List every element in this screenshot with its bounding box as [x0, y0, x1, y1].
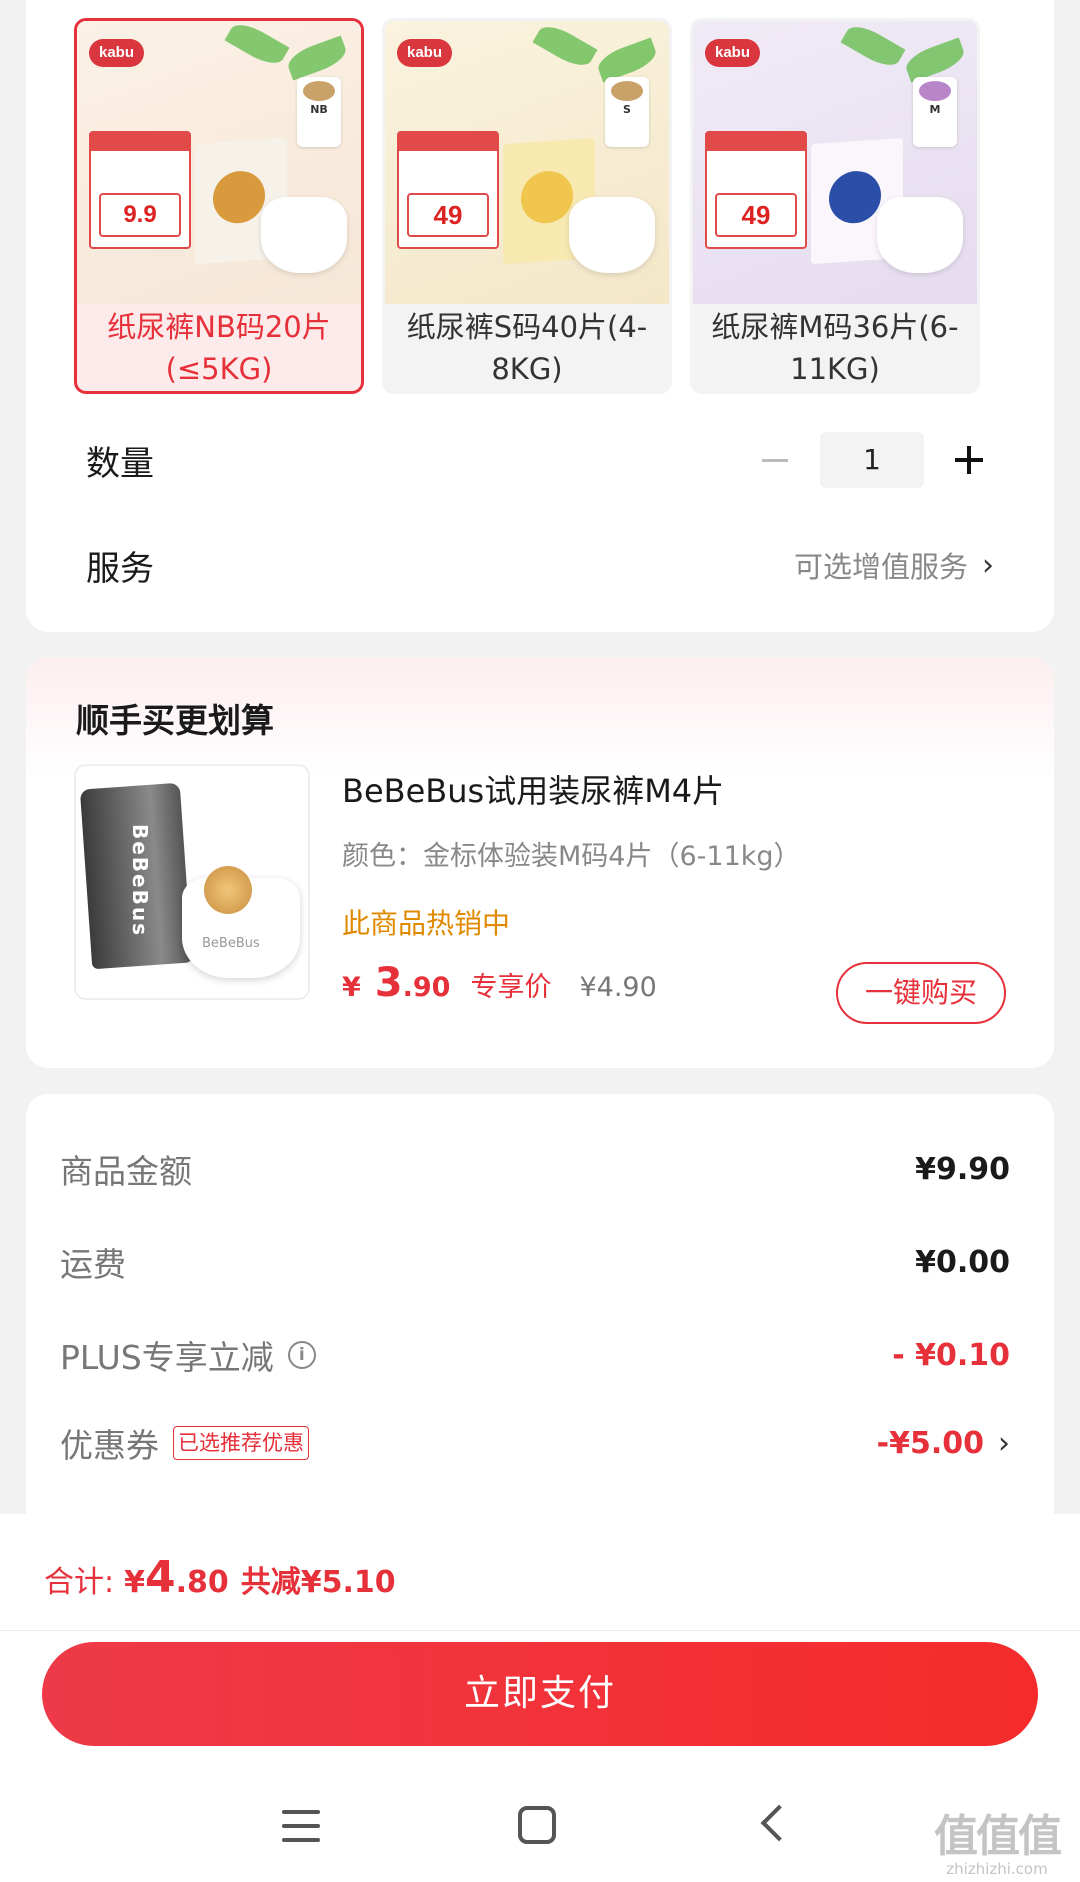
bag-brand-text: BeBeBus	[128, 824, 152, 938]
quantity-stepper: 1	[750, 432, 994, 488]
service-label: 服务	[86, 548, 154, 589]
variant-option-nb[interactable]: kabu NB 9.9 纸尿裤NB码20片(≤5KG)	[74, 18, 364, 394]
size-tag: S	[605, 77, 649, 147]
addon-price-row: ¥ 3 .90 专享价 ¥4.90	[342, 960, 657, 1006]
price-integer: 3	[374, 960, 403, 1006]
variant-option-m[interactable]: kabu M 49 纸尿裤M码36片(6-11KG)	[690, 18, 980, 394]
total-row: 合计: ¥ 4 .80 共减¥5.10	[44, 1552, 396, 1603]
diaper-image	[261, 197, 347, 273]
size-tag: M	[913, 77, 957, 147]
variant-label: 纸尿裤S码40片(4-8KG)	[406, 309, 648, 386]
coupon-badge: 已选推荐优惠	[173, 1426, 309, 1460]
minus-icon[interactable]	[750, 435, 800, 485]
promo-box: 49	[705, 131, 807, 249]
shipping-label: 运费	[60, 1245, 126, 1284]
recent-apps-icon[interactable]	[282, 1808, 322, 1844]
variant-option-s[interactable]: kabu S 49 纸尿裤S码40片(4-8KG)	[382, 18, 672, 394]
variant-image: kabu M 49	[693, 21, 977, 304]
addon-card: 顺手买更划算 BeBeBus BeBeBus BeBeBus试用装尿裤M4片 颜…	[26, 658, 1054, 1068]
total-integer: 4	[144, 1552, 176, 1603]
plus-discount-row: PLUS专享立减 i - ¥0.10	[60, 1330, 1010, 1380]
total-symbol: ¥	[124, 1565, 145, 1600]
promo-price: 9.9	[99, 193, 181, 237]
divider	[0, 1630, 1080, 1631]
brand-logo: kabu	[705, 39, 761, 67]
brand-logo: kabu	[397, 39, 453, 67]
quantity-label: 数量	[86, 443, 154, 484]
plus-icon[interactable]	[944, 435, 994, 485]
original-price: ¥4.90	[579, 972, 657, 1003]
checkout-bar: 合计: ¥ 4 .80 共减¥5.10 立即支付 值值值 zhizhizhi.c…	[0, 1514, 1080, 1882]
coupon-row[interactable]: 优惠券 已选推荐优惠 -¥5.00 ›	[60, 1418, 1010, 1468]
coupon-value: -¥5.00	[876, 1425, 984, 1461]
subtotal-row: 商品金额 ¥9.90	[60, 1144, 1010, 1194]
size-tag: NB	[297, 77, 341, 147]
chevron-right-icon: ›	[982, 547, 994, 583]
promo-price: 49	[715, 193, 797, 237]
service-row[interactable]: 服务 可选增值服务 ›	[86, 535, 994, 595]
brand-logo: kabu	[89, 39, 145, 67]
variant-label: 纸尿裤NB码20片(≤5KG)	[107, 309, 331, 386]
addon-hot-status: 此商品热销中	[342, 907, 511, 940]
promo-box: 9.9	[89, 131, 191, 249]
sample-brand-text: BeBeBus	[202, 936, 260, 951]
chevron-right-icon: ›	[998, 1425, 1010, 1461]
addon-product-name[interactable]: BeBeBus试用装尿裤M4片	[342, 766, 724, 812]
variant-label: 纸尿裤M码36片(6-11KG)	[711, 309, 959, 386]
total-saved: 共减¥5.10	[240, 1565, 396, 1600]
coupon-label-wrap: 优惠券 已选推荐优惠	[60, 1419, 309, 1467]
info-icon[interactable]: i	[287, 1341, 316, 1369]
plus-discount-label-wrap: PLUS专享立减 i	[60, 1331, 316, 1379]
back-icon[interactable]	[760, 1804, 798, 1842]
diaper-image	[569, 197, 655, 273]
total-label: 合计:	[44, 1565, 115, 1600]
pay-now-button[interactable]: 立即支付	[42, 1642, 1038, 1746]
plus-discount-value: - ¥0.10	[892, 1337, 1010, 1373]
quantity-input[interactable]: 1	[820, 432, 924, 488]
watermark: 值值值 zhizhizhi.com	[922, 1800, 1072, 1878]
shipping-value: ¥0.00	[915, 1244, 1010, 1280]
service-value: 可选增值服务	[793, 550, 968, 584]
price-summary-card: 商品金额 ¥9.90 运费 ¥0.00 PLUS专享立减 i - ¥0.10 优…	[26, 1094, 1054, 1514]
subtotal-label: 商品金额	[60, 1152, 192, 1191]
subtotal-value: ¥9.90	[915, 1151, 1010, 1187]
price-decimal: .90	[402, 972, 451, 1003]
variant-image: kabu NB 9.9	[77, 21, 361, 304]
promo-box: 49	[397, 131, 499, 249]
addon-product-image[interactable]: BeBeBus BeBeBus	[74, 764, 310, 1000]
watermark-logo: 值值值	[934, 1811, 1062, 1862]
shipping-row: 运费 ¥0.00	[60, 1237, 1010, 1287]
medal-icon	[204, 866, 252, 914]
total-decimal: .80	[175, 1565, 229, 1600]
one-click-buy-button[interactable]: 一键购买	[836, 962, 1006, 1024]
price-symbol: ¥	[342, 972, 361, 1003]
variant-list: kabu NB 9.9 纸尿裤NB码20片(≤5KG) kabu S 49 纸尿…	[74, 18, 980, 394]
addon-section-title: 顺手买更划算	[76, 701, 274, 740]
diaper-image	[877, 197, 963, 273]
addon-product-spec: 颜色：金标体验装M码4片（6-11kg）	[342, 841, 801, 872]
system-nav-bar: 值值值 zhizhizhi.com	[0, 1792, 1080, 1882]
plus-discount-label: PLUS专享立减	[60, 1338, 274, 1377]
variant-image: kabu S 49	[385, 21, 669, 304]
promo-price: 49	[407, 193, 489, 237]
exclusive-price-tag: 专享价	[470, 972, 552, 1003]
quantity-row: 数量 1	[86, 430, 994, 490]
product-options-card: kabu NB 9.9 纸尿裤NB码20片(≤5KG) kabu S 49 纸尿…	[26, 0, 1054, 632]
coupon-label: 优惠券	[60, 1426, 159, 1465]
home-icon[interactable]	[518, 1806, 556, 1844]
